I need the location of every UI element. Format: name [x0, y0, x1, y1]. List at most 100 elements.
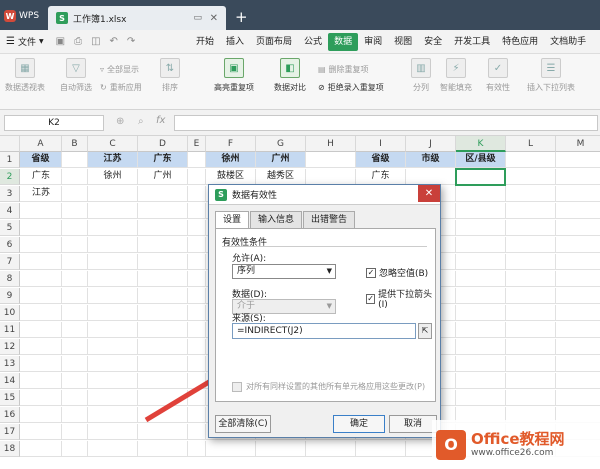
ok-button[interactable]: 确定 [333, 415, 385, 433]
cell-m12[interactable] [556, 339, 600, 355]
apply-all-checkbox[interactable]: 对所有同样设置的其他所有单元格应用这些更改(P) [232, 381, 425, 392]
cell-l10[interactable] [506, 305, 556, 321]
column-header-j[interactable]: J [406, 136, 456, 152]
column-header-a[interactable]: A [20, 136, 62, 152]
cell-m9[interactable] [556, 288, 600, 304]
delete-duplicates-button[interactable]: ▤ 删除重复项 [318, 64, 369, 75]
cell-b14[interactable] [62, 373, 88, 389]
cell-a6[interactable] [20, 237, 62, 253]
cell-e13[interactable] [188, 356, 206, 372]
cell-k3[interactable] [456, 186, 506, 202]
row-header-13[interactable]: 13 [0, 356, 20, 372]
cell-l4[interactable] [506, 203, 556, 219]
cell-l11[interactable] [506, 322, 556, 338]
print-icon[interactable]: ⎙ [74, 36, 82, 47]
cell-a14[interactable] [20, 373, 62, 389]
monitor-icon[interactable]: ▭ [193, 13, 202, 23]
cell-m8[interactable] [556, 271, 600, 287]
close-tab-icon[interactable]: ✕ [210, 13, 218, 24]
cell-c11[interactable] [88, 322, 138, 338]
cell-e12[interactable] [188, 339, 206, 355]
column-header-i[interactable]: I [356, 136, 406, 152]
cell-m7[interactable] [556, 254, 600, 270]
source-input[interactable]: =INDIRECT(J2) [232, 323, 416, 339]
file-tab[interactable]: S 工作簿1.xlsx ▭ ✕ [48, 6, 226, 30]
tab-security[interactable]: 安全 [418, 30, 448, 54]
row-header-3[interactable]: 3 [0, 186, 20, 202]
row-header-7[interactable]: 7 [0, 254, 20, 270]
row-header-6[interactable]: 6 [0, 237, 20, 253]
cell-d7[interactable] [138, 254, 188, 270]
column-header-c[interactable]: C [88, 136, 138, 152]
cell-k12[interactable] [456, 339, 506, 355]
cell-k6[interactable] [456, 237, 506, 253]
cell-e16[interactable] [188, 407, 206, 423]
cell-e15[interactable] [188, 390, 206, 406]
cell-k13[interactable] [456, 356, 506, 372]
cell-f2[interactable]: 鼓楼区 [206, 169, 256, 185]
cell-a1[interactable]: 省级 [20, 152, 62, 168]
dropdown-arrow-checkbox[interactable]: ✓ 提供下拉箭头(I) [366, 287, 435, 310]
cell-c3[interactable] [88, 186, 138, 202]
cell-i1[interactable]: 省级 [356, 152, 406, 168]
column-header-m[interactable]: M [556, 136, 600, 152]
tab-settings[interactable]: 设置 [215, 211, 250, 229]
cell-l2[interactable] [506, 169, 556, 185]
cell-m15[interactable] [556, 390, 600, 406]
cell-c13[interactable] [88, 356, 138, 372]
tab-data[interactable]: 数据 [328, 33, 359, 51]
cell-c5[interactable] [88, 220, 138, 236]
cell-c7[interactable] [88, 254, 138, 270]
cell-f1[interactable]: 徐州 [206, 152, 256, 168]
cell-e10[interactable] [188, 305, 206, 321]
validity-button[interactable]: ✓ 有效性 [480, 58, 516, 108]
cell-h18[interactable] [306, 441, 356, 457]
cell-b1[interactable] [62, 152, 88, 168]
cell-k10[interactable] [456, 305, 506, 321]
cell-m14[interactable] [556, 373, 600, 389]
cell-b18[interactable] [62, 441, 88, 457]
cell-e14[interactable] [188, 373, 206, 389]
cell-k9[interactable] [456, 288, 506, 304]
wps-home-tab[interactable]: W WPS [4, 6, 46, 26]
cell-d12[interactable] [138, 339, 188, 355]
cancel-button[interactable]: 取消 [389, 415, 437, 433]
row-header-17[interactable]: 17 [0, 424, 20, 440]
clear-all-button[interactable]: 全部清除(C) [215, 415, 271, 433]
cell-d9[interactable] [138, 288, 188, 304]
cell-h2[interactable] [306, 169, 356, 185]
cell-k14[interactable] [456, 373, 506, 389]
ignore-blank-checkbox[interactable]: ✓ 忽略空值(B) [366, 266, 428, 279]
column-header-f[interactable]: F [206, 136, 256, 152]
cell-e4[interactable] [188, 203, 206, 219]
cell-m6[interactable] [556, 237, 600, 253]
cell-m11[interactable] [556, 322, 600, 338]
tab-doc-assistant[interactable]: 文档助手 [544, 30, 592, 54]
cell-a8[interactable] [20, 271, 62, 287]
cell-k15[interactable] [456, 390, 506, 406]
cell-e7[interactable] [188, 254, 206, 270]
cell-l3[interactable] [506, 186, 556, 202]
redo-icon[interactable]: ↷ [127, 36, 135, 47]
column-header-k[interactable]: K [456, 136, 506, 152]
cell-l12[interactable] [506, 339, 556, 355]
cell-l5[interactable] [506, 220, 556, 236]
tab-review[interactable]: 审阅 [358, 30, 388, 54]
cell-l7[interactable] [506, 254, 556, 270]
cell-l1[interactable] [506, 152, 556, 168]
cell-a7[interactable] [20, 254, 62, 270]
cell-b9[interactable] [62, 288, 88, 304]
cell-g18[interactable] [256, 441, 306, 457]
row-header-15[interactable]: 15 [0, 390, 20, 406]
cell-m5[interactable] [556, 220, 600, 236]
cell-h1[interactable] [306, 152, 356, 168]
cell-c1[interactable]: 江苏 [88, 152, 138, 168]
cell-d1[interactable]: 广东 [138, 152, 188, 168]
cell-a16[interactable] [20, 407, 62, 423]
cell-c10[interactable] [88, 305, 138, 321]
cell-l6[interactable] [506, 237, 556, 253]
reject-duplicates-button[interactable]: ⊘ 拒绝录入重复项 [318, 82, 384, 93]
row-header-1[interactable]: 1 [0, 152, 20, 168]
cell-d3[interactable] [138, 186, 188, 202]
reapply-button[interactable]: ↻ 重新应用 [100, 82, 142, 93]
